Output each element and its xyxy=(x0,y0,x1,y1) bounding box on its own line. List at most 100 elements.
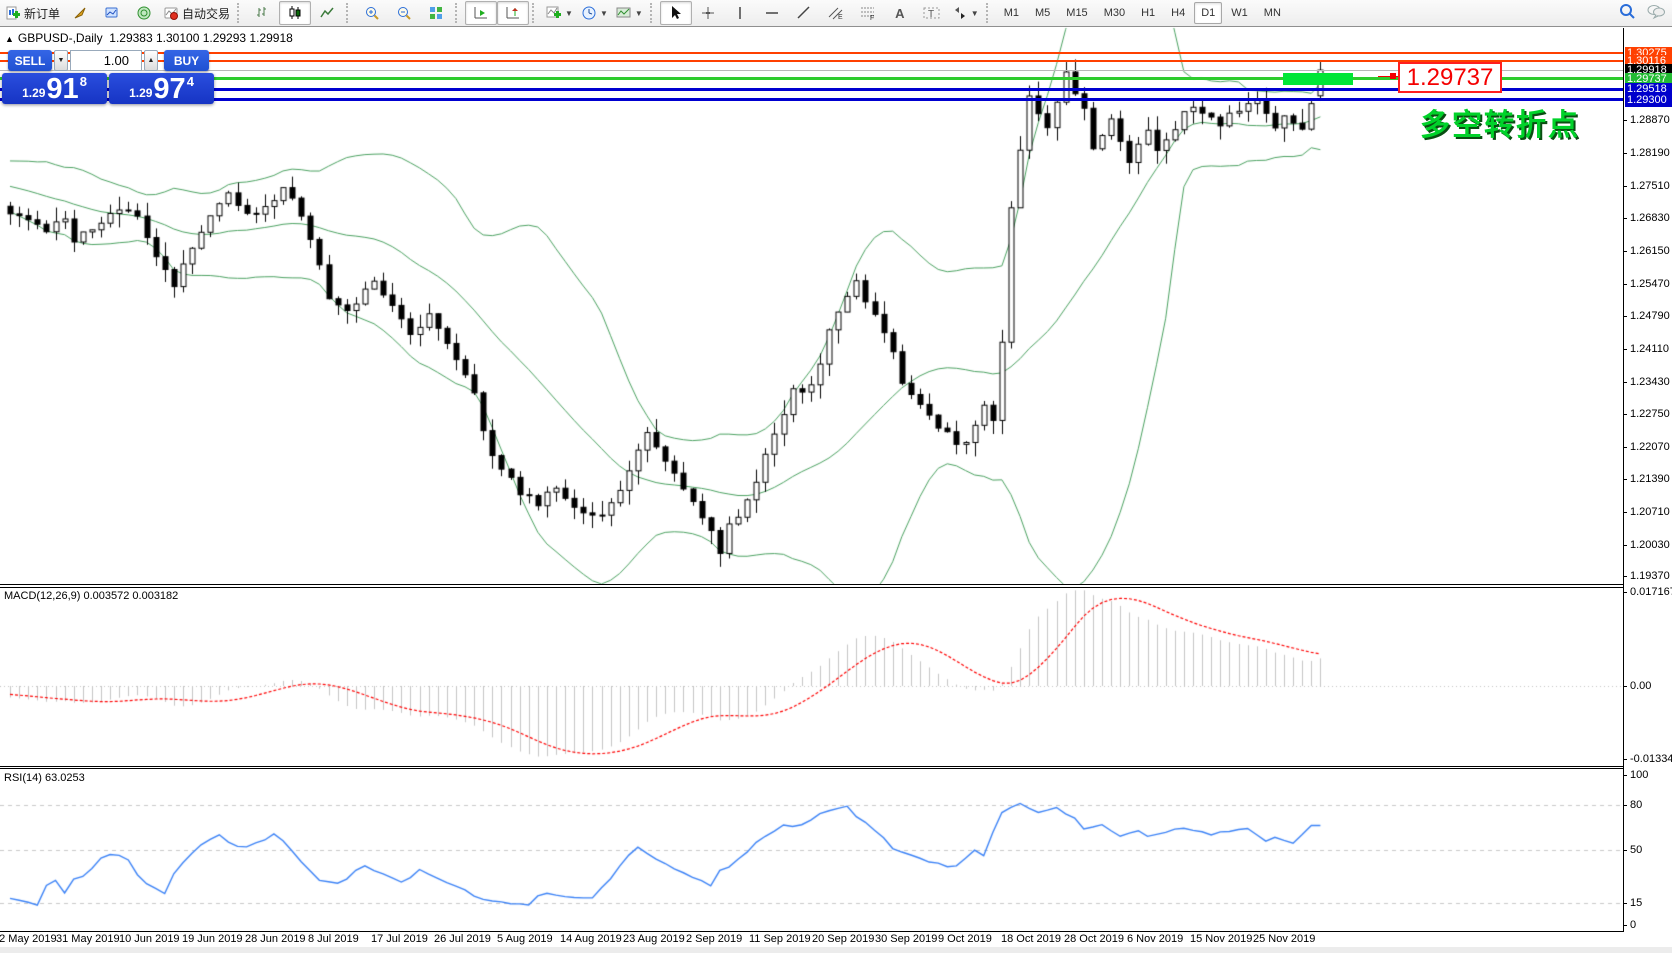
toolbar-grip xyxy=(237,3,244,23)
timeframe-m1-button[interactable]: M1 xyxy=(997,2,1026,24)
support-line-2[interactable] xyxy=(0,98,1623,101)
templates-button[interactable]: ▼ xyxy=(612,1,647,25)
cursor-button[interactable] xyxy=(660,1,692,25)
scale-label: 1.23430 xyxy=(1630,376,1670,389)
buy-price-display[interactable]: 1.29 97 4 xyxy=(109,73,214,104)
resistance-line-1[interactable] xyxy=(0,52,1623,54)
date-label: 10 Jun 2019 xyxy=(119,933,180,945)
mt4-window: 新订单 自动交易 ▼ ▼ ▼ E F A T ▼ M xyxy=(0,0,1672,953)
date-label: 9 Oct 2019 xyxy=(938,933,992,945)
channel-button[interactable]: E xyxy=(820,1,852,25)
timeframe-d1-button[interactable]: D1 xyxy=(1194,2,1222,24)
pivot-line[interactable] xyxy=(0,77,1623,80)
text-button[interactable]: A xyxy=(884,1,916,25)
crosshair-button[interactable] xyxy=(692,1,724,25)
buy-price-sup: 4 xyxy=(187,74,194,89)
trendline-icon xyxy=(796,5,812,21)
arrows-icon xyxy=(952,5,968,21)
auto-trading-icon xyxy=(164,6,179,21)
date-label: 15 Nov 2019 xyxy=(1190,933,1252,945)
one-click-trading-panel: SELL ▼ 1.00 ▲ BUY 1.29 91 8 1.29 97 4 xyxy=(2,50,216,104)
svg-text:T: T xyxy=(928,9,934,20)
indicators-button[interactable]: ▼ xyxy=(542,1,577,25)
scale-label: 1.29300 xyxy=(1625,94,1672,107)
sell-button[interactable]: SELL xyxy=(8,50,52,71)
scale-label: 50 xyxy=(1630,844,1642,857)
volume-input[interactable]: 1.00 xyxy=(70,50,142,71)
price-tag-anchor xyxy=(1390,73,1396,79)
support-line-1[interactable] xyxy=(0,88,1623,91)
new-order-icon xyxy=(6,6,21,21)
trendline-button[interactable] xyxy=(788,1,820,25)
price-tag[interactable]: 1.29737 xyxy=(1398,62,1502,93)
timeframe-h4-button[interactable]: H4 xyxy=(1164,2,1192,24)
zoom-in-button[interactable] xyxy=(356,1,388,25)
date-label: 8 Jul 2019 xyxy=(308,933,359,945)
auto-scroll-button[interactable] xyxy=(465,1,497,25)
scale-label: 1.28870 xyxy=(1630,114,1670,127)
time-axis[interactable]: 22 May 201931 May 201910 Jun 201919 Jun … xyxy=(0,932,1672,948)
data-center-button[interactable] xyxy=(128,1,160,25)
pane-separator[interactable] xyxy=(0,766,1672,767)
price-scale[interactable]: 1.288701.281901.275101.268301.261501.254… xyxy=(1624,28,1672,953)
sell-price-display[interactable]: 1.29 91 8 xyxy=(2,73,107,104)
scale-label: 0.00 xyxy=(1630,680,1651,693)
toolbar-grip xyxy=(650,3,657,23)
timeframe-m5-button[interactable]: M5 xyxy=(1028,2,1057,24)
search-icon[interactable] xyxy=(1618,2,1636,25)
arrows-button[interactable]: ▼ xyxy=(948,1,983,25)
auto-scroll-icon xyxy=(473,5,489,21)
bid-price-line[interactable] xyxy=(0,70,1623,71)
collapse-triangle-icon[interactable]: ▲ xyxy=(5,34,14,44)
annotation-note[interactable]: 多空转折点 xyxy=(1420,100,1580,144)
horizontal-line-button[interactable] xyxy=(756,1,788,25)
equidistant-channel-icon: E xyxy=(828,5,844,21)
date-label: 30 Sep 2019 xyxy=(875,933,937,945)
text-label-button[interactable]: T xyxy=(916,1,948,25)
scale-label: 1.27510 xyxy=(1630,180,1670,193)
timeframe-m15-button[interactable]: M15 xyxy=(1059,2,1094,24)
pane-separator[interactable] xyxy=(0,584,1672,585)
fibonacci-button[interactable]: F xyxy=(852,1,884,25)
new-order-label: 新订单 xyxy=(24,5,60,22)
scale-label: 1.20030 xyxy=(1630,539,1670,552)
auto-trading-label: 自动交易 xyxy=(182,5,230,22)
zoom-out-button[interactable] xyxy=(388,1,420,25)
chart-title: ▲GBPUSD-,Daily 1.29383 1.30100 1.29293 1… xyxy=(5,31,293,45)
timeframe-m30-button[interactable]: M30 xyxy=(1097,2,1132,24)
chart-area[interactable]: ▲GBPUSD-,Daily 1.29383 1.30100 1.29293 1… xyxy=(0,28,1672,953)
highlight-zone[interactable] xyxy=(1283,73,1353,85)
new-order-button[interactable]: 新订单 xyxy=(2,1,64,25)
volume-increase-button[interactable]: ▲ xyxy=(144,50,158,71)
vertical-line-button[interactable] xyxy=(724,1,756,25)
bar-chart-icon xyxy=(255,5,271,21)
chat-icon[interactable] xyxy=(1646,2,1666,25)
date-label: 22 May 2019 xyxy=(0,933,57,945)
buy-button[interactable]: BUY xyxy=(164,50,209,71)
compass-icon xyxy=(72,5,88,21)
chart-shift-button[interactable] xyxy=(497,1,529,25)
timeframe-w1-button[interactable]: W1 xyxy=(1224,2,1255,24)
pane-separator[interactable] xyxy=(0,587,1672,588)
chart-bars-button[interactable] xyxy=(247,1,279,25)
auto-trading-button[interactable]: 自动交易 xyxy=(160,1,234,25)
volume-decrease-button[interactable]: ▼ xyxy=(54,50,68,71)
clock-icon xyxy=(581,5,597,21)
scale-label: 1.20710 xyxy=(1630,506,1670,519)
market-watch-button[interactable] xyxy=(96,1,128,25)
resistance-line-2[interactable] xyxy=(0,60,1623,62)
pane-separator[interactable] xyxy=(0,768,1672,769)
scale-label: 80 xyxy=(1630,799,1642,812)
svg-text:F: F xyxy=(870,15,874,21)
scale-label: 1.25470 xyxy=(1630,278,1670,291)
tile-windows-button[interactable] xyxy=(420,1,452,25)
timeframe-mn-button[interactable]: MN xyxy=(1257,2,1288,24)
timeframe-h1-button[interactable]: H1 xyxy=(1134,2,1162,24)
periods-button[interactable]: ▼ xyxy=(577,1,612,25)
compass-tool-button[interactable] xyxy=(64,1,96,25)
scale-label: -0.013348 xyxy=(1630,753,1672,766)
date-label: 14 Aug 2019 xyxy=(560,933,622,945)
chart-line-button[interactable] xyxy=(311,1,343,25)
chart-candles-button[interactable] xyxy=(279,1,311,25)
fibonacci-icon: F xyxy=(860,5,876,21)
